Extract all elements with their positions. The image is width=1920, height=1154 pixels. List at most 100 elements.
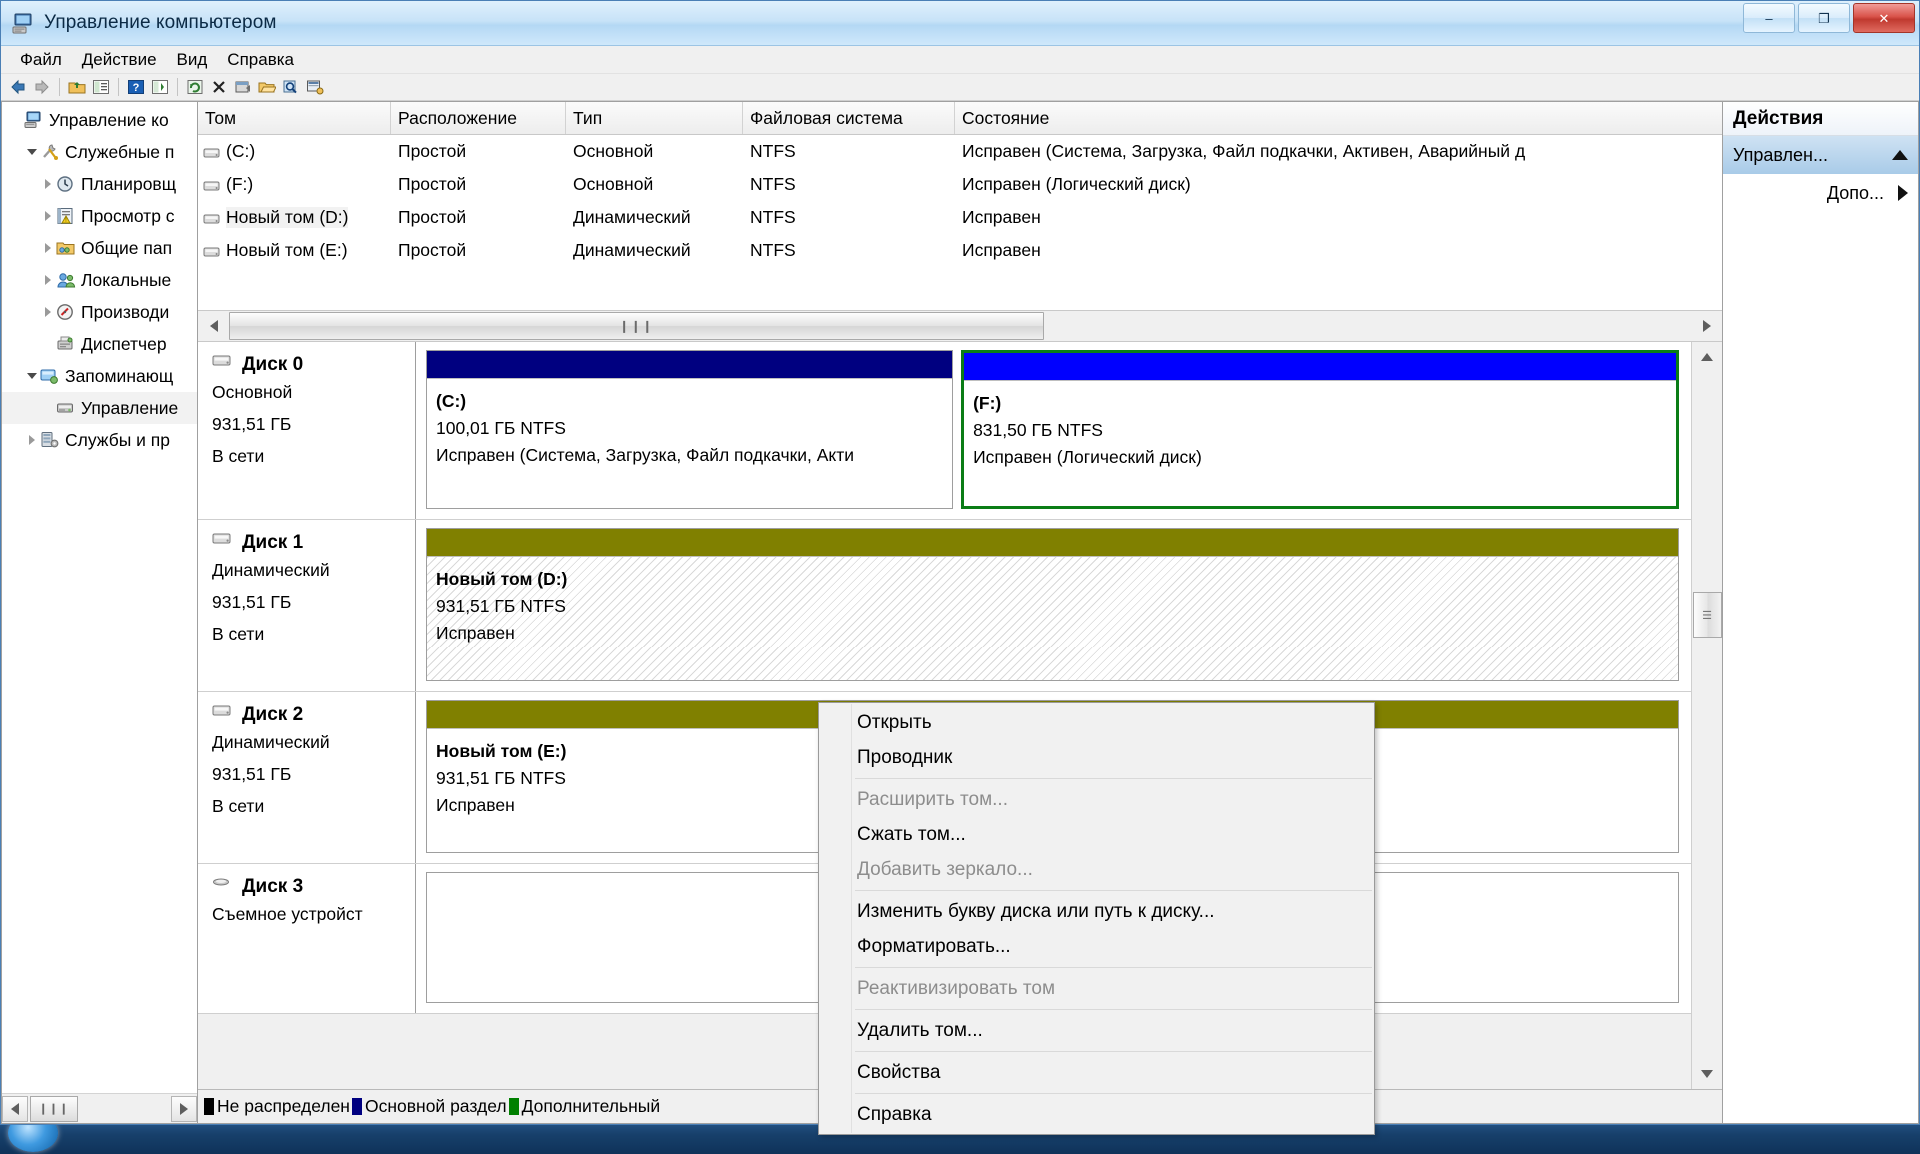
delete-icon[interactable] — [208, 77, 230, 98]
volume-row[interactable]: Новый том (E:)ПростойДинамическийNTFSИсп… — [198, 234, 1722, 267]
partition-block[interactable]: (F:)831,50 ГБ NTFSИсправен (Логический д… — [961, 350, 1679, 509]
actions-pane: Действия Управлен...Допо... — [1723, 101, 1919, 1124]
volume-fs-cell: NTFS — [743, 207, 955, 228]
tree-item-4[interactable]: Общие пап — [2, 232, 197, 264]
map-scroll-up-button[interactable] — [1693, 342, 1722, 372]
title-bar[interactable]: Управление компьютером – ❐ ✕ — [1, 1, 1919, 46]
help-icon[interactable]: ? — [125, 77, 147, 98]
menu-help[interactable]: Справка — [218, 47, 303, 73]
tree-item-1[interactable]: Служебные п — [2, 136, 197, 168]
properties-icon[interactable] — [90, 77, 112, 98]
tree-item-5[interactable]: Локальные — [2, 264, 197, 296]
tree-item-7[interactable]: Диспетчер — [2, 328, 197, 360]
tree-item-0[interactable]: Управление ко — [2, 104, 197, 136]
context-menu-item[interactable]: Изменить букву диска или путь к диску... — [819, 894, 1374, 929]
context-menu-item: Расширить том... — [819, 782, 1374, 817]
volume-status-cell: Исправен — [955, 240, 1722, 261]
partition-details: (F:)831,50 ГБ NTFSИсправен (Логический д… — [964, 381, 1676, 471]
tree-expand-toggle[interactable] — [40, 243, 56, 253]
maximize-button[interactable]: ❐ — [1798, 3, 1850, 33]
open-folder-icon[interactable] — [256, 77, 278, 98]
context-menu-item[interactable]: Удалить том... — [819, 1013, 1374, 1048]
volume-column-header-0[interactable]: Том — [198, 102, 391, 134]
tree-collapse-toggle[interactable] — [24, 373, 40, 379]
tree-item-10[interactable]: Службы и пр — [2, 424, 197, 456]
tree-collapse-toggle[interactable] — [24, 149, 40, 155]
volume-icon — [203, 145, 222, 159]
tree-scrollbar-thumb[interactable]: ❙❙❙ — [30, 1096, 78, 1122]
context-menu-item[interactable]: Справка — [819, 1097, 1374, 1132]
tree-expand-toggle[interactable] — [40, 307, 56, 317]
map-scrollbar-track[interactable]: ☰ — [1693, 372, 1722, 1059]
volume-row[interactable]: Новый том (D:)ПростойДинамическийNTFSИсп… — [198, 201, 1722, 234]
refresh-icon[interactable] — [184, 77, 206, 98]
tree-expand-toggle[interactable] — [40, 179, 56, 189]
tree-item-9[interactable]: Управление — [2, 392, 197, 424]
disk-map-vertical-scrollbar[interactable]: ☰ — [1691, 342, 1722, 1089]
up-folder-icon[interactable] — [66, 77, 88, 98]
tree-item-8[interactable]: Запоминающ — [2, 360, 197, 392]
search-icon[interactable] — [280, 77, 302, 98]
volume-scroll-left-button[interactable] — [198, 311, 229, 341]
tree-expand-toggle[interactable] — [40, 275, 56, 285]
disk-info-panel[interactable]: Диск 1Динамический931,51 ГБВ сети — [198, 520, 416, 691]
list-icon[interactable] — [149, 77, 171, 98]
volume-row[interactable]: (C:)ПростойОсновнойNTFSИсправен (Система… — [198, 135, 1722, 168]
volume-scrollbar-thumb[interactable]: ❙❙❙ — [229, 312, 1044, 340]
context-menu-item[interactable]: Форматировать... — [819, 929, 1374, 964]
triangle-right-icon — [45, 211, 51, 221]
volume-row[interactable]: (F:)ПростойОсновнойNTFSИсправен (Логичес… — [198, 168, 1722, 201]
disk-info-panel[interactable]: Диск 0Основной931,51 ГБВ сети — [198, 342, 416, 519]
tree-horizontal-scrollbar[interactable]: ❙❙❙ — [2, 1093, 197, 1123]
volume-list-body: (C:)ПростойОсновнойNTFSИсправен (Система… — [198, 135, 1722, 267]
disk-info-panel[interactable]: Диск 2Динамический931,51 ГБВ сети — [198, 692, 416, 863]
tree-item-2[interactable]: Планировщ — [2, 168, 197, 200]
volume-column-header-3[interactable]: Файловая система — [743, 102, 955, 134]
action-item-0[interactable]: Управлен... — [1723, 136, 1918, 174]
toolbar-separator — [118, 78, 119, 96]
context-menu-item[interactable]: Открыть — [819, 705, 1374, 740]
context-menu-item[interactable]: Сжать том... — [819, 817, 1374, 852]
volume-list-horizontal-scrollbar[interactable]: ❙❙❙ — [198, 310, 1722, 342]
tree-expand-toggle[interactable] — [24, 435, 40, 445]
legend-item: Основной раздел — [352, 1096, 507, 1117]
tree-item-label: Просмотр с — [81, 206, 175, 227]
tree-scroll-right-button[interactable] — [171, 1096, 197, 1122]
menu-file[interactable]: Файл — [11, 47, 71, 73]
menu-view[interactable]: Вид — [168, 47, 217, 73]
rescan-icon[interactable] — [304, 77, 326, 98]
close-button[interactable]: ✕ — [1853, 3, 1915, 33]
partition-block[interactable]: (C:)100,01 ГБ NTFSИсправен (Система, Заг… — [426, 350, 953, 509]
volume-scrollbar-track[interactable]: ❙❙❙ — [229, 311, 1691, 341]
menu-action[interactable]: Действие — [73, 47, 166, 73]
legend-swatch — [204, 1098, 214, 1115]
tree-item-3[interactable]: !Просмотр с — [2, 200, 197, 232]
new-window-icon[interactable] — [232, 77, 254, 98]
services-icon — [40, 431, 60, 449]
volume-column-header-1[interactable]: Расположение — [391, 102, 566, 134]
map-scrollbar-thumb[interactable]: ☰ — [1693, 592, 1722, 638]
action-label: Допо... — [1733, 183, 1898, 204]
tree-item-6[interactable]: Производи — [2, 296, 197, 328]
action-item-1[interactable]: Допо... — [1723, 174, 1918, 212]
partition-block[interactable]: Новый том (D:)931,51 ГБ NTFSИсправен — [426, 528, 1679, 681]
tree-item-label: Общие пап — [81, 238, 172, 259]
volume-column-header-2[interactable]: Тип — [566, 102, 743, 134]
disk-info-panel[interactable]: Диск 3Съемное устройст — [198, 864, 416, 1013]
map-scroll-down-button[interactable] — [1693, 1059, 1722, 1089]
minimize-button[interactable]: – — [1743, 3, 1795, 33]
context-menu-item[interactable]: Свойства — [819, 1055, 1374, 1090]
volume-column-header-4[interactable]: Состояние — [955, 102, 1722, 134]
volume-scroll-right-button[interactable] — [1691, 311, 1722, 341]
tree-scroll-left-button[interactable] — [2, 1096, 28, 1122]
disk-title: Диск 0 — [242, 354, 415, 376]
forward-icon[interactable] — [31, 77, 53, 98]
volume-name: Новый том (D:) — [226, 207, 348, 228]
back-icon[interactable] — [7, 77, 29, 98]
context-menu-item[interactable]: Проводник — [819, 740, 1374, 775]
triangle-right-icon — [29, 435, 35, 445]
tree-expand-toggle[interactable] — [40, 211, 56, 221]
volume-status-cell: Исправен — [955, 207, 1722, 228]
disk-title: Диск 2 — [242, 704, 415, 726]
volume-list: ТомРасположениеТипФайловая системаСостоя… — [198, 102, 1722, 310]
